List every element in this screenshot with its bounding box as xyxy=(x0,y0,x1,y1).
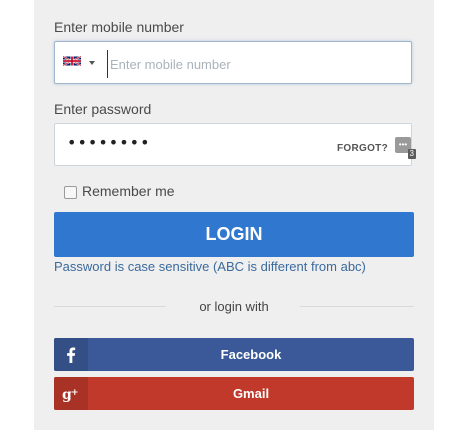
gmail-label: Gmail xyxy=(232,386,270,401)
divider-right xyxy=(300,306,414,307)
facebook-icon xyxy=(54,338,88,371)
svg-text:+: + xyxy=(71,388,79,398)
country-selector[interactable] xyxy=(62,54,95,72)
remember-me-label[interactable]: Remember me xyxy=(82,183,175,199)
uk-flag-icon xyxy=(62,54,82,72)
google-plus-icon: g + xyxy=(54,377,88,410)
facebook-label: Facebook xyxy=(220,347,282,362)
password-label: Enter password xyxy=(54,101,152,117)
facebook-login-button[interactable]: Facebook xyxy=(54,338,414,371)
remember-me-checkbox[interactable] xyxy=(64,186,77,199)
password-hint: Password is case sensitive (ABC is diffe… xyxy=(54,259,366,274)
password-manager-count: 3 xyxy=(407,149,416,159)
password-value: •••••••• xyxy=(67,133,151,152)
password-field[interactable]: •••••••• FORGOT? ••• 3 xyxy=(54,123,416,166)
chevron-down-icon xyxy=(89,61,95,65)
gmail-login-button[interactable]: g + Gmail xyxy=(54,377,414,410)
mobile-field xyxy=(54,41,412,84)
mobile-label: Enter mobile number xyxy=(54,19,184,35)
forgot-password-link[interactable]: FORGOT? xyxy=(337,143,388,154)
login-button[interactable]: LOGIN xyxy=(54,212,414,257)
mobile-input[interactable] xyxy=(107,50,402,78)
